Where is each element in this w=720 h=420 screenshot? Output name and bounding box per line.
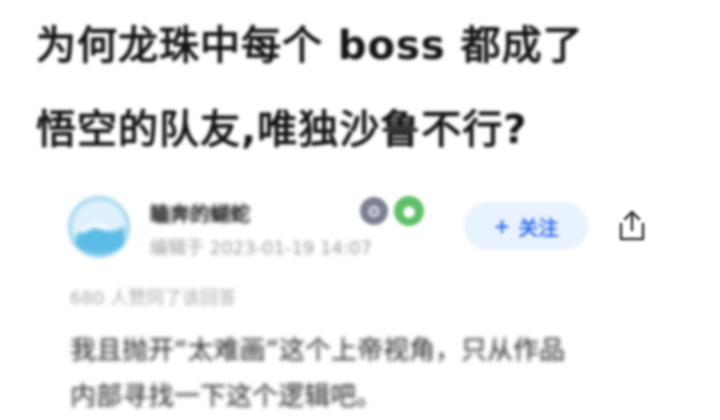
question-title[interactable]: 为何龙珠中每个 boss 都成了 悟空的队友,唯独沙鲁不行? bbox=[36, 4, 686, 172]
answer-body: 我且抛开“太难画”这个上帝视角，只从作品 内部寻找一下这个逻辑吧。 bbox=[70, 328, 670, 420]
green-badge-icon: ● bbox=[394, 196, 424, 226]
answer-page: 为何龙珠中每个 boss 都成了 悟空的队友,唯独沙鲁不行? 瞌奔的蝴蛇 ⚙ ●… bbox=[0, 0, 720, 412]
likes-count-text: 680 人赞同了该回答 bbox=[70, 288, 237, 309]
share-icon[interactable] bbox=[614, 208, 650, 244]
edited-timestamp: 编辑于 2023-01-19 14:07 bbox=[150, 238, 372, 259]
question-title-line2: 悟空的队友,唯独沙鲁不行? bbox=[36, 107, 528, 153]
author-row: 瞌奔的蝴蛇 ⚙ ● 编辑于 2023-01-19 14:07 + 关注 bbox=[68, 196, 668, 266]
author-name[interactable]: 瞌奔的蝴蛇 bbox=[150, 198, 250, 227]
answer-body-line1: 我且抛开“太难画”这个上帝视角，只从作品 bbox=[70, 336, 565, 366]
follow-button[interactable]: + 关注 bbox=[464, 202, 588, 250]
follow-button-label: 关注 bbox=[518, 215, 559, 240]
avatar[interactable] bbox=[68, 196, 130, 258]
question-title-line1: 为何龙珠中每个 boss 都成了 bbox=[36, 23, 584, 69]
gear-badge-icon: ⚙ bbox=[360, 197, 388, 225]
avatar-icon bbox=[68, 196, 130, 258]
plus-icon: + bbox=[493, 214, 511, 238]
answer-body-line2: 内部寻找一下这个逻辑吧。 bbox=[70, 382, 383, 412]
